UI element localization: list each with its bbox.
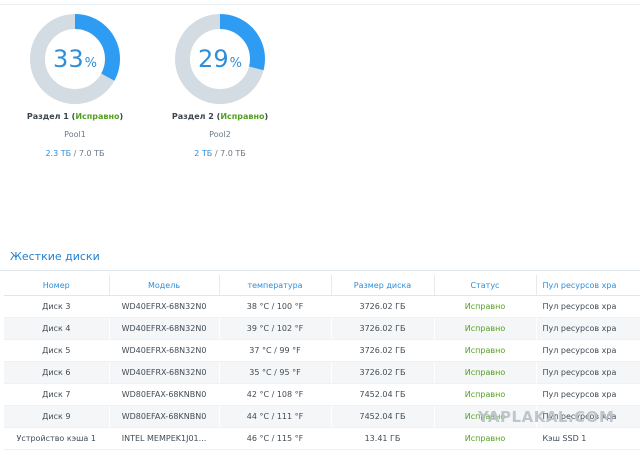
volume-used: 2 ТБ <box>194 149 213 158</box>
cell-temperature: 38 °C / 100 °F <box>219 295 332 318</box>
cell-model: WD40EFRX-68N32N0 <box>109 339 220 362</box>
cell-status: Исправно <box>434 295 537 318</box>
volume-title: Раздел 2 (Исправно) <box>171 112 269 121</box>
usage-donut-2: 29% <box>175 14 265 104</box>
cell-temperature: 44 °C / 111 °F <box>219 405 332 428</box>
volume-pool: Pool2 <box>209 130 231 139</box>
cell-number: Диск 5 <box>4 339 110 362</box>
cell-pool: Пул ресурсов хра <box>536 361 640 384</box>
top-divider <box>0 4 640 5</box>
cell-temperature: 37 °C / 99 °F <box>219 339 332 362</box>
table-row[interactable]: Диск 3 WD40EFRX-68N32N0 38 °C / 100 °F 3… <box>4 295 640 318</box>
volume-card-1[interactable]: 33% Раздел 1 (Исправно) Pool1 2.3 ТБ / 7… <box>0 14 150 158</box>
cell-number: Диск 9 <box>4 405 110 428</box>
cell-model: INTEL MEMPEK1J01... <box>109 427 220 450</box>
cell-status: Исправно <box>434 339 537 362</box>
volume-capacity: 2 ТБ / 7.0 ТБ <box>194 149 246 158</box>
cell-model: WD80EFAX-68KNBN0 <box>109 405 220 428</box>
table-row[interactable]: Устройство кэша 1 INTEL MEMPEK1J01... 46… <box>4 427 640 450</box>
cell-model: WD40EFRX-68N32N0 <box>109 295 220 318</box>
column-header-pool[interactable]: Пул ресурсов хра <box>536 275 640 296</box>
cell-pool: Пул ресурсов хра <box>536 339 640 362</box>
cell-size: 3726.02 ГБ <box>331 295 435 318</box>
column-header-model[interactable]: Модель <box>109 275 220 296</box>
cell-status: Исправно <box>434 383 537 406</box>
cell-model: WD40EFRX-68N32N0 <box>109 317 220 340</box>
cell-temperature: 39 °C / 102 °F <box>219 317 332 340</box>
cell-pool: Пул ресурсов хра <box>536 383 640 406</box>
column-header-size[interactable]: Размер диска <box>331 275 435 296</box>
cell-number: Устройство кэша 1 <box>4 427 110 450</box>
usage-percent: 33% <box>53 45 97 73</box>
volume-used: 2.3 ТБ <box>45 149 72 158</box>
cell-model: WD40EFRX-68N32N0 <box>109 361 220 384</box>
usage-percent: 29% <box>198 45 242 73</box>
column-header-status[interactable]: Статус <box>434 275 537 296</box>
table-row[interactable]: Диск 7 WD80EFAX-68KNBN0 42 °C / 108 °F 7… <box>4 383 640 406</box>
cell-temperature: 46 °C / 115 °F <box>219 427 332 450</box>
table-header-row: Номер Модель температура Размер диска Ст… <box>4 275 640 296</box>
volume-status: Исправно <box>75 112 120 121</box>
cell-status: Исправно <box>434 361 537 384</box>
cell-model: WD80EFAX-68KNBN0 <box>109 383 220 406</box>
section-divider <box>0 270 640 271</box>
volume-pool: Pool1 <box>64 130 86 139</box>
cell-size: 3726.02 ГБ <box>331 361 435 384</box>
volume-card-2[interactable]: 29% Раздел 2 (Исправно) Pool2 2 ТБ / 7.0… <box>145 14 295 158</box>
table-row[interactable]: Диск 4 WD40EFRX-68N32N0 39 °C / 102 °F 3… <box>4 317 640 340</box>
cell-number: Диск 6 <box>4 361 110 384</box>
section-title-disks: Жесткие диски <box>10 250 100 263</box>
volume-capacity: 2.3 ТБ / 7.0 ТБ <box>45 149 105 158</box>
volume-total: 7.0 ТБ <box>78 149 105 158</box>
volume-status: Исправно <box>220 112 265 121</box>
table-row[interactable]: Диск 5 WD40EFRX-68N32N0 37 °C / 99 °F 37… <box>4 339 640 362</box>
cell-status: Исправно <box>434 317 537 340</box>
cell-size: 3726.02 ГБ <box>331 317 435 340</box>
table-row[interactable]: Диск 6 WD40EFRX-68N32N0 35 °C / 95 °F 37… <box>4 361 640 384</box>
cell-size: 7452.04 ГБ <box>331 405 435 428</box>
watermark-text: YAPLAKAL.COM <box>478 408 615 426</box>
cell-size: 7452.04 ГБ <box>331 383 435 406</box>
column-header-number[interactable]: Номер <box>4 275 110 296</box>
cell-pool: Кэш SSD 1 <box>536 427 640 450</box>
cell-number: Диск 3 <box>4 295 110 318</box>
cell-size: 3726.02 ГБ <box>331 339 435 362</box>
cell-number: Диск 4 <box>4 317 110 340</box>
cell-pool: Пул ресурсов хра <box>536 295 640 318</box>
volume-title: Раздел 1 (Исправно) <box>26 112 124 121</box>
cell-pool: Пул ресурсов хра <box>536 317 640 340</box>
cell-status: Исправно <box>434 427 537 450</box>
cell-size: 13.41 ГБ <box>331 427 435 450</box>
cell-temperature: 35 °C / 95 °F <box>219 361 332 384</box>
usage-donut-1: 33% <box>30 14 120 104</box>
cell-number: Диск 7 <box>4 383 110 406</box>
cell-temperature: 42 °C / 108 °F <box>219 383 332 406</box>
volume-total: 7.0 ТБ <box>220 149 246 158</box>
column-header-temperature[interactable]: температура <box>219 275 332 296</box>
